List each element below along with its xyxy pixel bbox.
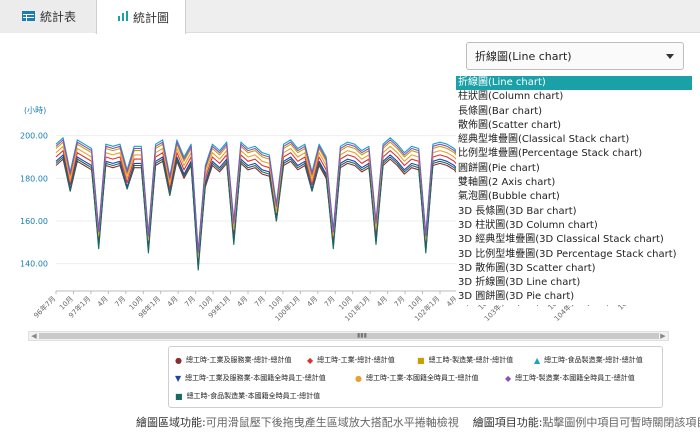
chart-type-select[interactable]: 折線圖(Line chart) — [466, 42, 684, 70]
legend-item[interactable]: ● 總工時-工業及服務業-總計-總計值 — [175, 355, 292, 365]
legend-label: 總工時-食品製造業-本國籍全時員工-總計值 — [186, 392, 321, 400]
legend-marker-icon: ◆ — [307, 355, 314, 365]
footer-label-2: 繪圖項目功能: — [472, 416, 543, 429]
x-tick-label: 7月 — [253, 295, 267, 309]
chart-type-option[interactable]: 3D 經典型堆疊圖(3D Classical Stack chart) — [456, 233, 692, 247]
legend-label: 總工時-工業-本國籍全時員工-總計值 — [365, 374, 479, 382]
legend-marker-icon: ◆ — [505, 373, 512, 383]
tab-label: 統計圖 — [133, 10, 170, 25]
legend-label: 總工時-工業及服務業-本國籍全時員工-總計值 — [185, 374, 326, 382]
legend-label: 總工時-食品製造業-總計-總計值 — [544, 356, 643, 364]
legend-marker-icon: ▲ — [534, 355, 541, 365]
legend-label: 總工時-工業-總計-總計值 — [317, 356, 395, 364]
chart-type-option[interactable]: 3D 圓餅圖(3D Pie chart) — [456, 290, 692, 304]
y-tick-label: 200.00 — [20, 132, 48, 141]
legend-item[interactable]: ● 總工時-工業-本國籍全時員工-總計值 — [355, 373, 479, 383]
tab-label: 統計表 — [40, 10, 77, 24]
legend-item[interactable]: ◆ 總工時-製造業-本國籍全時員工-總計值 — [505, 373, 635, 383]
tab-statistics-chart[interactable]: 統計圖 — [96, 0, 186, 34]
chart-type-option[interactable]: 長條圖(Bar chart) — [456, 105, 692, 119]
legend-marker-icon: ■ — [417, 355, 425, 365]
legend-item[interactable]: ▲ 總工時-食品製造業-總計-總計值 — [534, 355, 643, 365]
horizontal-scrollbar[interactable]: ◀ ▮▮▮ ▶ — [28, 331, 669, 341]
x-tick-label: 4月 — [375, 295, 389, 309]
y-tick-label: 140.00 — [20, 260, 48, 269]
scroll-right-arrow-icon[interactable]: ▶ — [658, 332, 668, 340]
chart-type-option[interactable]: 3D 折線圖(3D Line chart) — [456, 276, 692, 290]
legend-marker-icon: ▼ — [175, 373, 182, 383]
legend-item[interactable]: ▼ 總工時-工業及服務業-本國籍全時員工-總計值 — [175, 373, 326, 383]
x-tick-label: 7月 — [183, 295, 197, 309]
legend-label: 總工時-製造業-總計-總計值 — [428, 356, 514, 364]
scroll-thumb[interactable]: ▮▮▮ — [39, 333, 659, 339]
chart-type-option[interactable]: 柱狀圖(Column chart) — [456, 90, 692, 104]
table-icon — [22, 10, 35, 24]
grip-icon: ▮▮▮ — [357, 332, 367, 339]
x-tick-label: 4月 — [96, 295, 110, 309]
chart-type-option[interactable]: 散佈圖(Scatter chart) — [456, 119, 692, 133]
legend-marker-icon: ■ — [175, 391, 183, 401]
legend-label: 總工時-製造業-本國籍全時員工-總計值 — [515, 374, 635, 382]
tab-bar: 統計表 統計圖 — [0, 0, 700, 34]
x-tick-label: 96年7月 — [32, 294, 58, 320]
chart-type-option[interactable]: 經典型堆疊圖(Classical Stack chart) — [456, 133, 692, 147]
chart-type-option[interactable]: 3D 柱狀圖(3D Column chart) — [456, 219, 692, 233]
chart-type-option[interactable]: 氣泡圖(Bubble chart) — [456, 190, 692, 204]
x-tick-label: 4月 — [166, 295, 180, 309]
x-tick-label: 7月 — [323, 295, 337, 309]
chart-type-option[interactable]: 折線圖(Line chart) — [456, 76, 692, 91]
chart-type-dropdown: 折線圖(Line chart) 柱狀圖(Column chart) 長條圖(Bar … — [456, 76, 692, 305]
y-tick-label: 180.00 — [20, 174, 48, 183]
bar-chart-icon — [118, 10, 128, 24]
scroll-left-arrow-icon[interactable]: ◀ — [29, 332, 39, 340]
chart-legend: ● 總工時-工業及服務業-總計-總計值 ◆ 總工時-工業-總計-總計值 ■ 總工時-製造業… — [168, 346, 663, 408]
legend-marker-icon: ● — [175, 355, 182, 365]
y-tick-label: 160.00 — [20, 217, 48, 226]
x-tick-label: 4月 — [305, 295, 319, 309]
chart-type-select-value: 折線圖(Line chart) — [475, 50, 572, 63]
chart-type-option[interactable]: 3D 比例型堆疊圖(3D Percentage Stack chart) — [456, 248, 692, 262]
y-axis-label: (小時) — [24, 106, 46, 115]
x-tick-label: 4月 — [236, 295, 250, 309]
legend-item[interactable]: ■ 總工時-食品製造業-本國籍全時員工-總計值 — [175, 391, 320, 401]
chart-type-option[interactable]: 圓餅圖(Pie chart) — [456, 162, 692, 176]
chevron-down-icon — [666, 54, 674, 59]
chart-type-option[interactable]: 比例型堆疊圖(Percentage Stack chart) — [456, 147, 692, 161]
footer-label-1: 繪圖區域功能: — [136, 416, 206, 429]
chart-type-option[interactable]: 3D 散佈圖(3D Scatter chart) — [456, 262, 692, 276]
chart-type-option[interactable]: 3D 長條圖(3D Bar chart) — [456, 205, 692, 219]
x-tick-label: 7月 — [113, 295, 127, 309]
footer-text-1: 可用滑鼠壓下後拖曳產生區域放大搭配水平捲軸檢視 — [205, 416, 459, 429]
legend-item[interactable]: ◆ 總工時-工業-總計-總計值 — [307, 355, 395, 365]
x-tick-label: 7月 — [393, 295, 407, 309]
footer-text-2: 點擊圖例中項目可暫時關閉該項目 — [542, 416, 700, 429]
legend-label: 總工時-工業及服務業-總計-總計值 — [185, 356, 292, 364]
tab-statistics-table[interactable]: 統計表 — [0, 0, 95, 33]
legend-item[interactable]: ■ 總工時-製造業-總計-總計值 — [417, 355, 513, 365]
footer-help: 繪圖區域功能:可用滑鼠壓下後拖曳產生區域放大搭配水平捲軸檢視 繪圖項目功能:點擊… — [136, 414, 700, 430]
chart-type-option[interactable]: 雙軸圖(2 Axis chart) — [456, 176, 692, 190]
legend-marker-icon: ● — [355, 373, 362, 383]
